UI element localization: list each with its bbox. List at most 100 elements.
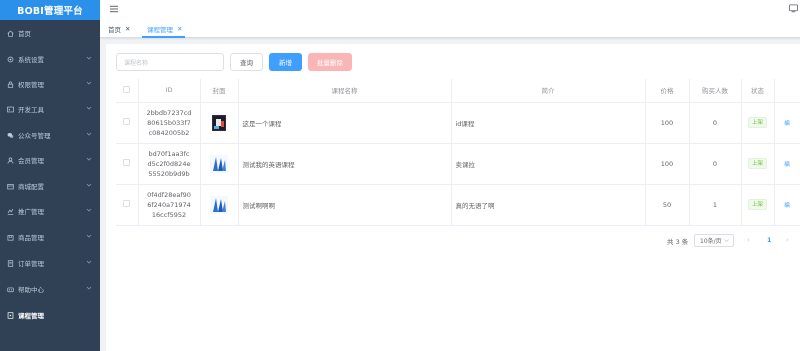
chevron-down-icon — [86, 259, 92, 265]
sidebar-item-label: 帮助中心 — [18, 286, 44, 294]
sidebar-item[interactable]: 商品管理 — [0, 228, 100, 246]
sidebar-item[interactable]: 商城配置 — [0, 177, 100, 195]
sidebar-item[interactable]: 系统设置 — [0, 50, 100, 68]
tab-label: 首页 — [108, 26, 121, 34]
sidebar-item-label: 商城配置 — [18, 183, 44, 191]
sidebar-item[interactable]: 权限管理 — [0, 75, 100, 93]
sidebar-item-label: 权限管理 — [18, 81, 44, 89]
chevron-down-icon — [86, 182, 92, 188]
sidebar: BOBI管理平台 首页系统设置权限管理开发工具公众号管理会员管理商城配置推广管理… — [0, 0, 100, 351]
help-icon — [6, 285, 14, 293]
user-icon — [6, 156, 14, 164]
course-cover-image — [210, 113, 228, 132]
course-price: 50 — [645, 184, 690, 226]
screen-icon[interactable] — [789, 4, 798, 13]
home-icon — [6, 29, 14, 37]
page-number-1[interactable]: 1 — [767, 236, 772, 244]
chevron-down-icon — [86, 131, 92, 137]
status-badge: 上架 — [747, 199, 767, 210]
select-all-checkbox[interactable] — [123, 85, 131, 93]
course-buyers: 1 — [689, 184, 742, 226]
tab-label: 课程管理 — [147, 26, 173, 34]
course-price: 100 — [645, 143, 690, 185]
active-tab-indicator — [142, 36, 185, 38]
sidebar-item[interactable]: 订单管理 — [0, 254, 100, 272]
chevron-down-icon — [86, 285, 92, 291]
sidebar-item[interactable]: 公众号管理 — [0, 126, 100, 144]
course-name: 这是一个课程 — [238, 102, 452, 144]
row-checkbox[interactable] — [123, 159, 131, 166]
sidebar-item-label: 公众号管理 — [18, 132, 51, 140]
wechat-icon — [6, 131, 14, 139]
top-header — [100, 0, 800, 20]
sidebar-item[interactable]: 开发工具 — [0, 100, 100, 118]
page-size-select[interactable]: 10条/页 — [694, 234, 734, 247]
sidebar-item-label: 开发工具 — [18, 106, 44, 114]
sidebar-item-label: 课程管理 — [18, 312, 44, 320]
next-page-button[interactable]: › — [786, 236, 789, 244]
terminal-icon — [6, 105, 14, 113]
sidebar-item[interactable]: 首页 — [0, 24, 100, 42]
course-intro: id课程 — [451, 102, 646, 144]
course-icon — [6, 311, 14, 319]
sidebar-item-label: 订单管理 — [18, 260, 44, 268]
chevron-down-icon — [86, 105, 92, 111]
edit-link[interactable]: 编 — [784, 162, 790, 168]
tags-view-bar: 首页 ✕ 课程管理 ✕ — [100, 20, 800, 38]
chevron-down-icon — [86, 156, 92, 162]
chevron-down-icon — [86, 233, 92, 239]
course-id: 2bbdb7237cd80615b033f7c0842005b2 — [146, 108, 192, 137]
column-header-actions — [774, 79, 800, 103]
close-icon[interactable]: ✕ — [125, 25, 130, 33]
page-size-value: 10条/页 — [700, 238, 722, 245]
row-checkbox[interactable] — [123, 200, 131, 207]
table-row: bd70f1aa3fcd5c2f0d824e55520b9d9b 测试我的英语课… — [116, 143, 800, 185]
column-header-cover: 封面 — [200, 79, 239, 103]
tab-home[interactable]: 首页 ✕ — [108, 23, 130, 35]
sidebar-item[interactable]: 课程管理 — [0, 306, 100, 324]
chevron-down-icon — [724, 238, 729, 243]
close-icon[interactable]: ✕ — [177, 25, 182, 33]
order-icon — [6, 259, 14, 267]
status-badge: 上架 — [747, 117, 767, 128]
gear-icon — [6, 55, 14, 63]
hamburger-menu-icon[interactable] — [110, 5, 118, 13]
table-row: 0f4df28eaf906f240a7197416ccf5952 测试啊啊啊 真… — [116, 184, 800, 226]
sidebar-item-label: 首页 — [18, 30, 31, 38]
pagination: 共 3 条 10条/页 ‹ 1 › — [106, 234, 800, 248]
course-name-search-input[interactable]: 课程名称 — [116, 53, 224, 71]
sidebar-item[interactable]: 帮助中心 — [0, 280, 100, 298]
column-header-status: 状态 — [741, 79, 775, 103]
select-all-cell[interactable] — [116, 79, 139, 103]
course-table: ID 封面 课程名称 简介 价格 购买人数 状态 2bbdb7237cd8061… — [116, 79, 800, 226]
course-price: 100 — [645, 102, 690, 144]
prev-page-button[interactable]: ‹ — [747, 236, 750, 244]
sidebar-item[interactable]: 会员管理 — [0, 151, 100, 169]
edit-link[interactable]: 编 — [784, 203, 790, 209]
tab-course-management[interactable]: 课程管理 ✕ — [147, 23, 182, 35]
column-header-price: 价格 — [645, 79, 690, 103]
app-logo-title: BOBI管理平台 — [0, 0, 100, 20]
course-intro: 真的无语了啊 — [451, 184, 646, 226]
add-button[interactable]: 新增 — [269, 53, 302, 71]
main-content: 课程名称 查询 新增 批量删除 ID 封面 课程名称 简介 价格 购买人数 状态… — [106, 44, 800, 351]
course-name: 测试啊啊啊 — [238, 184, 452, 226]
course-intro: 卖课拉 — [451, 143, 646, 185]
column-header-course-name: 课程名称 — [238, 79, 452, 103]
status-badge: 上架 — [747, 158, 767, 169]
shop-icon — [6, 182, 14, 190]
course-id: 0f4df28eaf906f240a7197416ccf5952 — [147, 190, 191, 219]
course-id: bd70f1aa3fcd5c2f0d824e55520b9d9b — [147, 149, 191, 178]
chevron-down-icon — [86, 80, 92, 86]
row-checkbox[interactable] — [123, 118, 131, 125]
course-cover-image — [210, 154, 228, 173]
course-name: 测试我的英语课程 — [238, 143, 452, 185]
edit-link[interactable]: 编 — [784, 121, 790, 127]
query-button[interactable]: 查询 — [230, 53, 263, 71]
sidebar-item-label: 商品管理 — [18, 234, 44, 242]
course-buyers: 0 — [689, 102, 742, 144]
sidebar-item[interactable]: 推广管理 — [0, 202, 100, 220]
course-buyers: 0 — [689, 143, 742, 185]
table-row: 2bbdb7237cd80615b033f7c0842005b2 这是一个课程 … — [116, 102, 800, 144]
batch-delete-button[interactable]: 批量删除 — [308, 53, 352, 71]
